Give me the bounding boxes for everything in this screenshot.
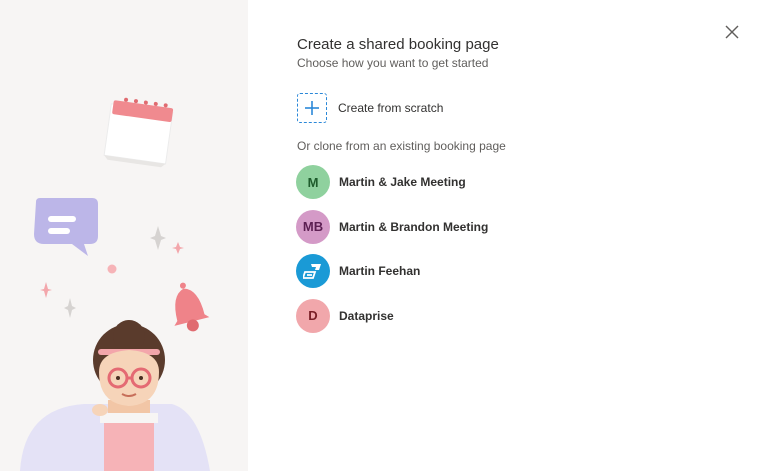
avatar: MB <box>296 209 330 244</box>
dialog-subtitle: Choose how you want to get started <box>297 56 489 70</box>
booking-page-name: Martin Feehan <box>339 264 421 278</box>
clone-section-heading: Or clone from an existing booking page <box>297 139 506 153</box>
illustration-panel <box>0 0 248 471</box>
booking-page-name: Martin & Jake Meeting <box>339 175 466 189</box>
booking-page-item[interactable]: Martin Feehan <box>296 254 488 288</box>
avatar <box>296 254 330 288</box>
avatar: M <box>296 165 330 199</box>
booking-page-item[interactable]: MB Martin & Brandon Meeting <box>296 209 489 244</box>
plus-icon <box>297 93 327 123</box>
booking-page-name: Martin & Brandon Meeting <box>339 219 489 234</box>
close-icon <box>725 25 739 39</box>
logo-icon <box>303 264 321 279</box>
booking-page-item[interactable]: M Martin & Jake Meeting <box>296 165 488 199</box>
dot-decoration <box>107 264 117 274</box>
booking-page-item[interactable]: D Dataprise <box>296 298 488 333</box>
close-button[interactable] <box>722 22 742 42</box>
bell-icon <box>174 282 210 332</box>
booking-page-list: M Martin & Jake Meeting MB Martin & Bran… <box>296 165 488 343</box>
create-from-scratch-button[interactable]: Create from scratch <box>297 91 443 125</box>
create-from-scratch-label: Create from scratch <box>338 101 444 115</box>
sparkle-icon <box>172 242 184 254</box>
sparkle-icon <box>40 282 52 298</box>
booking-page-name: Dataprise <box>339 308 394 323</box>
calendar-icon <box>103 97 174 168</box>
booking-illustration <box>20 97 210 471</box>
person-illustration <box>20 320 210 471</box>
chat-bubble-icon <box>34 198 98 256</box>
dialog-title: Create a shared booking page <box>297 36 499 53</box>
avatar: D <box>296 298 330 333</box>
